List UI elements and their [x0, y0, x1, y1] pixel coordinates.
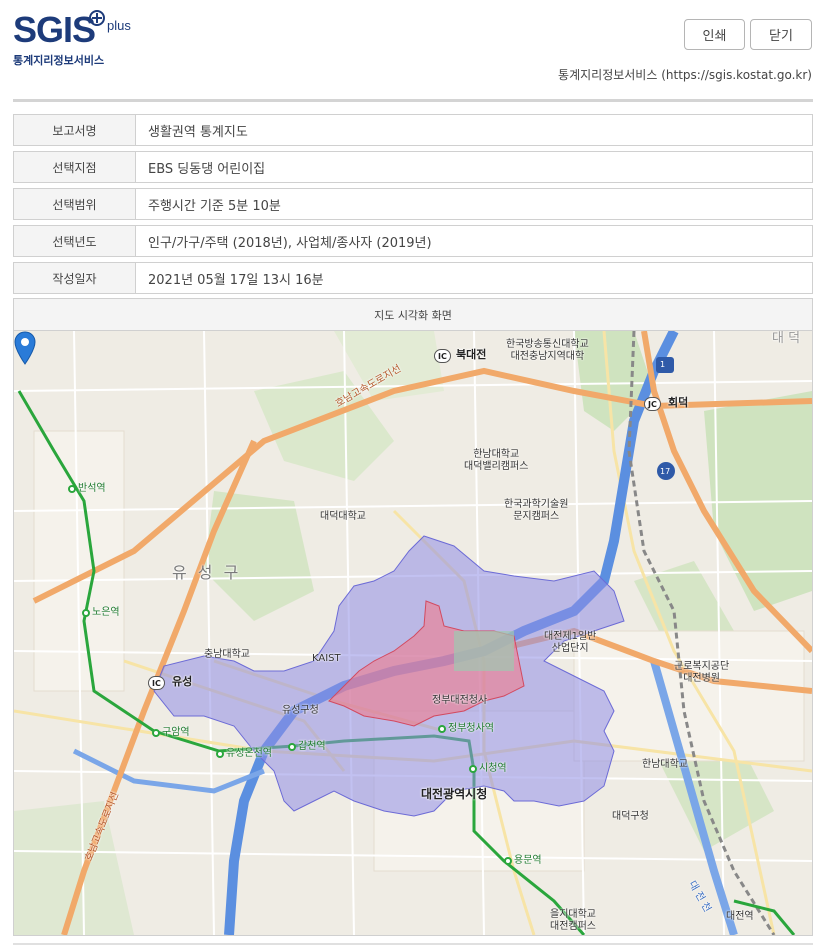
station-marker [68, 485, 76, 493]
station-label: 반석역 [78, 483, 106, 494]
poi-daejeon-station: 대전역 [726, 911, 754, 922]
station-marker [216, 750, 224, 758]
station-marker [152, 729, 160, 737]
station-label: 구암역 [162, 727, 190, 738]
district-label: 유 성 구 [172, 563, 242, 582]
logo-plus-text: plus [107, 18, 131, 33]
station-label: 시청역 [479, 763, 507, 774]
row-label: 선택범위 [14, 189, 136, 219]
district-corner-label: 대 덕 [772, 331, 801, 346]
row-value: EBS 딩동댕 어린이집 [148, 161, 266, 177]
poi-daeduk-univ: 대덕대학교 [320, 511, 366, 522]
poi-yuseong-office: 유성구청 [282, 705, 319, 716]
sgis-logo: SGIS plus 통계지리정보서비스 [13, 10, 131, 68]
site-credit: 통계지리정보서비스 (https://sgis.kostat.go.kr) [558, 68, 812, 82]
map-base-svg [14, 331, 812, 935]
row-selected-year: 선택년도 인구/가구/주택 (2018년), 사업체/종사자 (2019년) [13, 225, 813, 257]
ic-yuseong-label: 유성 [172, 675, 193, 688]
city-hall-label: 대전광역시청 [421, 787, 488, 801]
poi-kaist-munji: 한국과학기술원 문지캠퍼스 [504, 499, 569, 522]
row-label: 작성일자 [14, 263, 136, 293]
station-marker [288, 743, 296, 751]
logo-subtitle: 통계지리정보서비스 [13, 54, 105, 67]
row-report-name: 보고서명 생활권역 통계지도 [13, 114, 813, 146]
map-title: 지도 시각화 화면 [14, 299, 812, 331]
map-panel: 지도 시각화 화면 유 성 구 대전광역시청 IC 북대전 JC 회덕 IC 유… [13, 298, 813, 936]
print-button[interactable]: 인쇄 [684, 19, 745, 50]
station-label: 정부청사역 [448, 723, 494, 734]
plus-circle-icon [89, 10, 105, 26]
row-value: 인구/가구/주택 (2018년), 사업체/종사자 (2019년) [148, 235, 432, 251]
row-selected-point: 선택지점 EBS 딩동댕 어린이집 [13, 151, 813, 183]
poi-industrial-complex: 대전제1일반 산업단지 [544, 631, 597, 654]
location-pin-icon[interactable] [14, 331, 36, 365]
ic-badge-yuseong: IC [148, 676, 165, 690]
station-marker [469, 765, 477, 773]
row-created-date: 작성일자 2021년 05월 17일 13시 16분 [13, 262, 813, 294]
station-label: 갑천역 [298, 741, 326, 752]
poi-hospital: 근로복지공단 대전병원 [674, 661, 730, 684]
row-value: 생활권역 통계지도 [148, 124, 248, 140]
station-label: 용문역 [514, 855, 542, 866]
station-label: 유성온천역 [226, 748, 272, 759]
header-divider [13, 99, 813, 102]
road-no-17-label: 17 [660, 467, 671, 476]
map-canvas[interactable]: 유 성 구 대전광역시청 IC 북대전 JC 회덕 IC 유성 호남고속도로지선… [14, 331, 812, 935]
row-selected-range: 선택범위 주행시간 기준 5분 10분 [13, 188, 813, 220]
jc-badge-hoedeok: JC [644, 397, 661, 411]
poi-hannam-valley: 한남대학교 대덕밸리캠퍼스 [464, 449, 529, 472]
poi-chungnam-univ: 충남대학교 [204, 649, 250, 660]
range-5min-block [454, 631, 514, 671]
row-label: 선택지점 [14, 152, 136, 182]
station-marker [438, 725, 446, 733]
report-header: SGIS plus 통계지리정보서비스 인쇄 닫기 통계지리정보서비스 (htt… [0, 0, 825, 102]
poi-govt-complex: 정부대전청사 [432, 695, 488, 706]
poi-hannam-univ: 한남대학교 [642, 759, 688, 770]
station-label: 노은역 [92, 607, 120, 618]
ic-bukdaejeon-label: 북대전 [456, 348, 487, 361]
station-marker [82, 609, 90, 617]
road-no-1-label: 1 [660, 360, 666, 369]
poi-broadcast-univ: 한국방송통신대학교 대전충남지역대학 [506, 339, 589, 362]
poi-eulji-univ: 을지대학교 대전캠퍼스 [550, 909, 596, 932]
close-button[interactable]: 닫기 [750, 19, 812, 50]
row-value: 주행시간 기준 5분 10분 [148, 198, 281, 214]
poi-kaist: KAIST [312, 653, 341, 664]
row-value: 2021년 05월 17일 13시 16분 [148, 272, 324, 288]
park-area [14, 801, 134, 935]
bottom-divider [13, 943, 813, 945]
station-marker [504, 857, 512, 865]
poi-daedeok-office: 대덕구청 [612, 811, 649, 822]
jc-hoedeok-label: 회덕 [668, 396, 689, 409]
report-info-table: 보고서명 생활권역 통계지도 선택지점 EBS 딩동댕 어린이집 선택범위 주행… [13, 114, 813, 299]
row-label: 선택년도 [14, 226, 136, 256]
row-label: 보고서명 [14, 115, 136, 145]
ic-badge-bukdaejeon: IC [434, 349, 451, 363]
